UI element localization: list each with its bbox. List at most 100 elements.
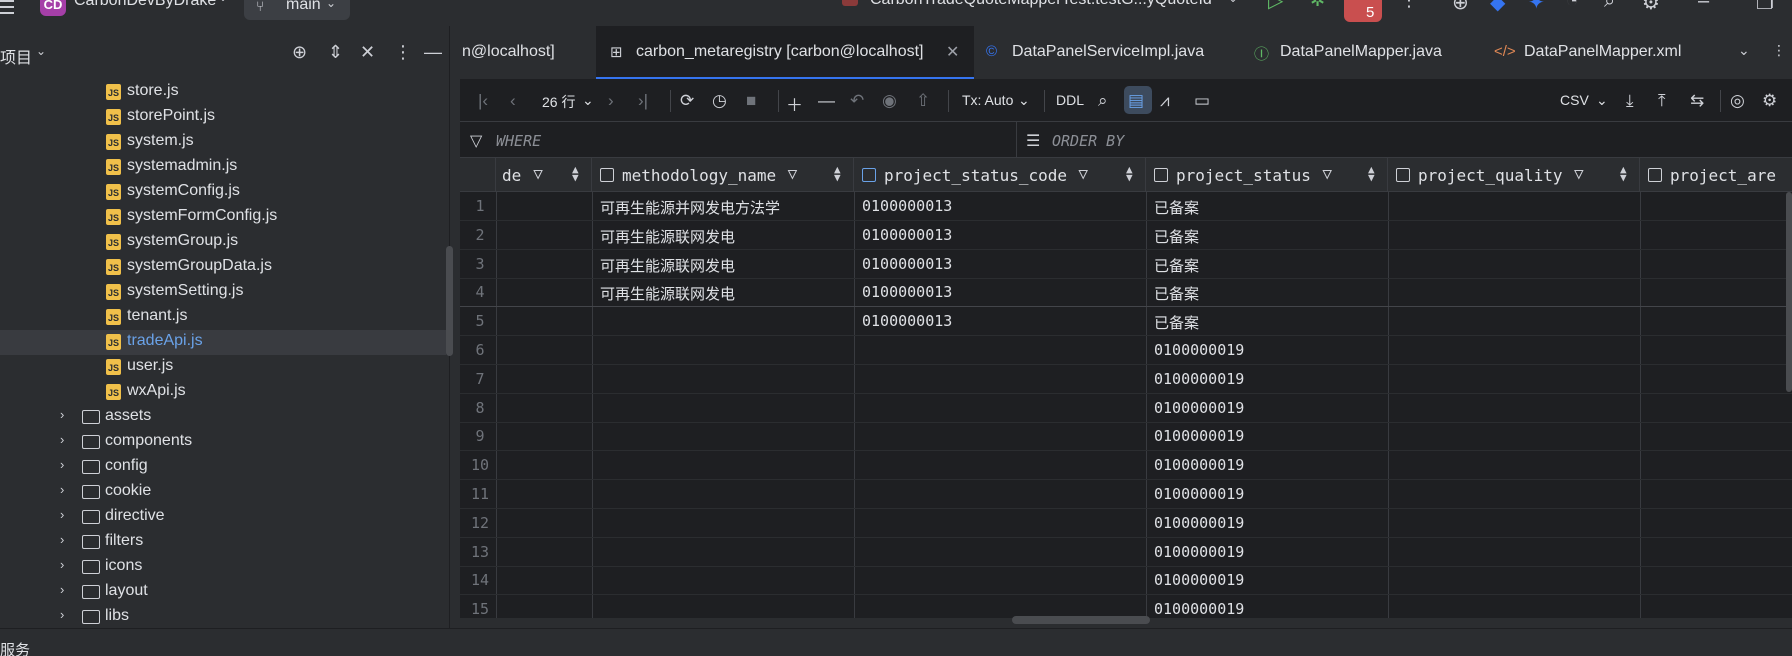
cell-project-status[interactable]: 0100000019 — [1154, 427, 1244, 445]
sort-icon[interactable]: ▲ ▼ — [1368, 164, 1375, 183]
download-icon[interactable]: ⤓ — [1626, 91, 1634, 111]
table-row[interactable]: 2 可再生能源联网发电 0100000013 已备案 — [460, 221, 1792, 250]
table-row[interactable]: 9 0100000019 — [460, 422, 1792, 452]
column-header[interactable]: project_status ▽ ▲ ▼ — [1146, 158, 1388, 192]
tree-file-item[interactable]: JS store.js — [0, 80, 446, 105]
chevron-right-icon[interactable]: › — [60, 607, 64, 622]
table-row[interactable]: 7 0100000019 — [460, 365, 1792, 394]
debug-icon[interactable]: ✲ — [1310, 0, 1325, 11]
collapse-all-icon[interactable]: ✕ — [360, 42, 375, 63]
ddl-button[interactable]: DDL — [1056, 92, 1084, 108]
chevron-right-icon[interactable]: › — [60, 532, 64, 547]
cell-project-status[interactable]: 0100000019 — [1154, 571, 1244, 589]
refresh-icon[interactable]: ⟳ — [680, 91, 694, 111]
cell-project-status[interactable]: 已备案 — [1154, 283, 1199, 304]
tab-datapanelmapper-xml[interactable]: </> DataPanelMapper.xml — [1494, 26, 1714, 79]
project-pane-title[interactable]: 项目 — [0, 44, 32, 68]
branch-widget[interactable]: ⑂ main ⌄ — [244, 0, 350, 20]
gear-icon[interactable]: ⚙ — [1762, 91, 1777, 111]
sort-icon[interactable]: ▲ ▼ — [1620, 164, 1627, 183]
search-icon[interactable]: ⌕ — [1098, 91, 1108, 111]
column-header[interactable]: project_status_code ▽ ▲ ▼ — [854, 158, 1146, 192]
chevron-right-icon[interactable]: › — [60, 582, 64, 597]
cell-project-status-code[interactable]: 0100000013 — [862, 283, 952, 301]
table-row[interactable]: 3 可再生能源联网发电 0100000013 已备案 — [460, 250, 1792, 279]
column-header[interactable]: project_quality ▽ ▲ ▼ — [1388, 158, 1640, 192]
table-row[interactable]: 13 0100000019 — [460, 538, 1792, 567]
chevron-down-icon[interactable]: ⌄ — [1228, 0, 1238, 5]
cell-methodology-name[interactable]: 可再生能源联网发电 — [600, 255, 735, 276]
tree-file-item[interactable]: JS tenant.js — [0, 305, 446, 330]
column-header[interactable]: project_are — [1640, 158, 1792, 192]
locate-icon[interactable]: ⊕ — [292, 42, 307, 63]
sort-icon[interactable]: ▲ ▼ — [572, 164, 579, 183]
tree-folder-item[interactable]: › filters — [0, 530, 446, 555]
cell-project-status-code[interactable]: 0100000013 — [862, 226, 952, 244]
tree-folder-item[interactable]: › config — [0, 455, 446, 480]
expand-all-icon[interactable]: ⇕ — [328, 42, 343, 63]
history-icon[interactable]: ◷ — [712, 91, 727, 111]
where-input[interactable]: WHERE — [496, 132, 541, 150]
tree-file-item[interactable]: JS user.js — [0, 355, 446, 380]
table-row[interactable]: 5 0100000013 已备案 — [460, 307, 1792, 337]
chevron-down-icon[interactable]: ⌄ — [1018, 92, 1030, 109]
tree-file-item[interactable]: JS system.js — [0, 130, 446, 155]
table-row[interactable]: 12 0100000019 — [460, 509, 1792, 538]
table-row[interactable]: 8 0100000019 — [460, 394, 1792, 423]
minimize-icon[interactable]: – — [1698, 0, 1709, 13]
rows-count-selector[interactable]: 26 行 — [542, 92, 575, 112]
table-row[interactable]: 15 0100000019 — [460, 595, 1792, 618]
chevron-down-icon[interactable]: ⌄ — [582, 92, 594, 109]
table-row[interactable]: 1 可再生能源并网发电方法学 0100000013 已备案 — [460, 192, 1792, 221]
tree-folder-item[interactable]: › cookie — [0, 480, 446, 505]
cell-project-status[interactable]: 已备案 — [1154, 312, 1199, 333]
tree-folder-item[interactable]: › directive — [0, 505, 446, 530]
revert-icon[interactable]: ↶ — [850, 91, 864, 111]
cell-project-status[interactable]: 已备案 — [1154, 255, 1199, 276]
table-row[interactable]: 4 可再生能源联网发电 0100000013 已备案 — [460, 278, 1792, 308]
tree-folder-item[interactable]: › layout — [0, 580, 446, 605]
order-by-input[interactable]: ORDER BY — [1052, 132, 1124, 150]
more-vertical-icon[interactable]: ⋮ — [1400, 0, 1418, 11]
compare-icon[interactable]: ⇆ — [1690, 91, 1704, 111]
close-icon[interactable]: ✕ — [946, 42, 959, 62]
transaction-mode-selector[interactable]: Tx: Auto — [962, 92, 1013, 108]
table-row[interactable]: 6 0100000019 — [460, 336, 1792, 365]
search-icon[interactable]: ⌕ — [1604, 0, 1615, 13]
project-name[interactable]: CarbonDevByDrake — [74, 0, 216, 10]
gear-icon[interactable]: ⚙ — [1642, 0, 1660, 15]
cell-methodology-name[interactable]: 可再生能源联网发电 — [600, 283, 735, 304]
tree-file-item[interactable]: JS systemGroupData.js — [0, 255, 446, 280]
vertical-scrollbar[interactable] — [1786, 192, 1792, 392]
horizontal-scrollbar[interactable] — [1012, 616, 1150, 624]
cell-project-status[interactable]: 0100000019 — [1154, 399, 1244, 417]
tree-folder-item[interactable]: › components — [0, 430, 446, 455]
cell-project-status[interactable]: 0100000019 — [1154, 514, 1244, 532]
preview-icon[interactable]: ◉ — [882, 91, 897, 111]
cell-project-status[interactable]: 已备案 — [1154, 226, 1199, 247]
cell-methodology-name[interactable]: 可再生能源联网发电 — [600, 226, 735, 247]
tree-file-item[interactable]: JS storePoint.js — [0, 105, 446, 130]
eye-icon[interactable]: ◎ — [1730, 91, 1745, 111]
prev-page-icon[interactable]: ‹ — [510, 91, 516, 111]
add-user-icon[interactable]: ⊕ — [1452, 0, 1469, 15]
next-page-icon[interactable]: › — [608, 91, 614, 111]
chevron-right-icon[interactable]: › — [60, 457, 64, 472]
upload-icon[interactable]: ⤒ — [1658, 91, 1666, 111]
tree-scrollbar[interactable] — [446, 246, 453, 356]
code-with-me-icon[interactable]: ◆ — [1490, 0, 1505, 15]
chevron-down-icon[interactable]: ⌄ — [1738, 42, 1750, 59]
more-vertical-icon[interactable]: ⋮ — [1772, 42, 1786, 59]
cell-methodology-name[interactable]: 可再生能源并网发电方法学 — [600, 197, 780, 218]
chevron-down-icon[interactable]: ⌄ — [218, 0, 228, 4]
run-config-selector[interactable]: CarbonTradeQuoteMapperTest.testG...yQuot… — [870, 0, 1212, 9]
view-mode-icon[interactable]: ▤ — [1128, 91, 1144, 111]
form-view-icon[interactable]: ▭ — [1194, 91, 1210, 111]
filter-icon[interactable]: ▽ — [1574, 164, 1584, 183]
tree-folder-item[interactable]: › libs — [0, 605, 446, 630]
hide-icon[interactable]: — — [424, 42, 442, 63]
sort-icon[interactable]: ▲ ▼ — [1126, 164, 1133, 183]
tab-datapanelserviceimpl[interactable]: © DataPanelServiceImpl.java — [980, 26, 1240, 79]
chevron-right-icon[interactable]: › — [60, 407, 64, 422]
table-row[interactable]: 10 0100000019 — [460, 451, 1792, 481]
